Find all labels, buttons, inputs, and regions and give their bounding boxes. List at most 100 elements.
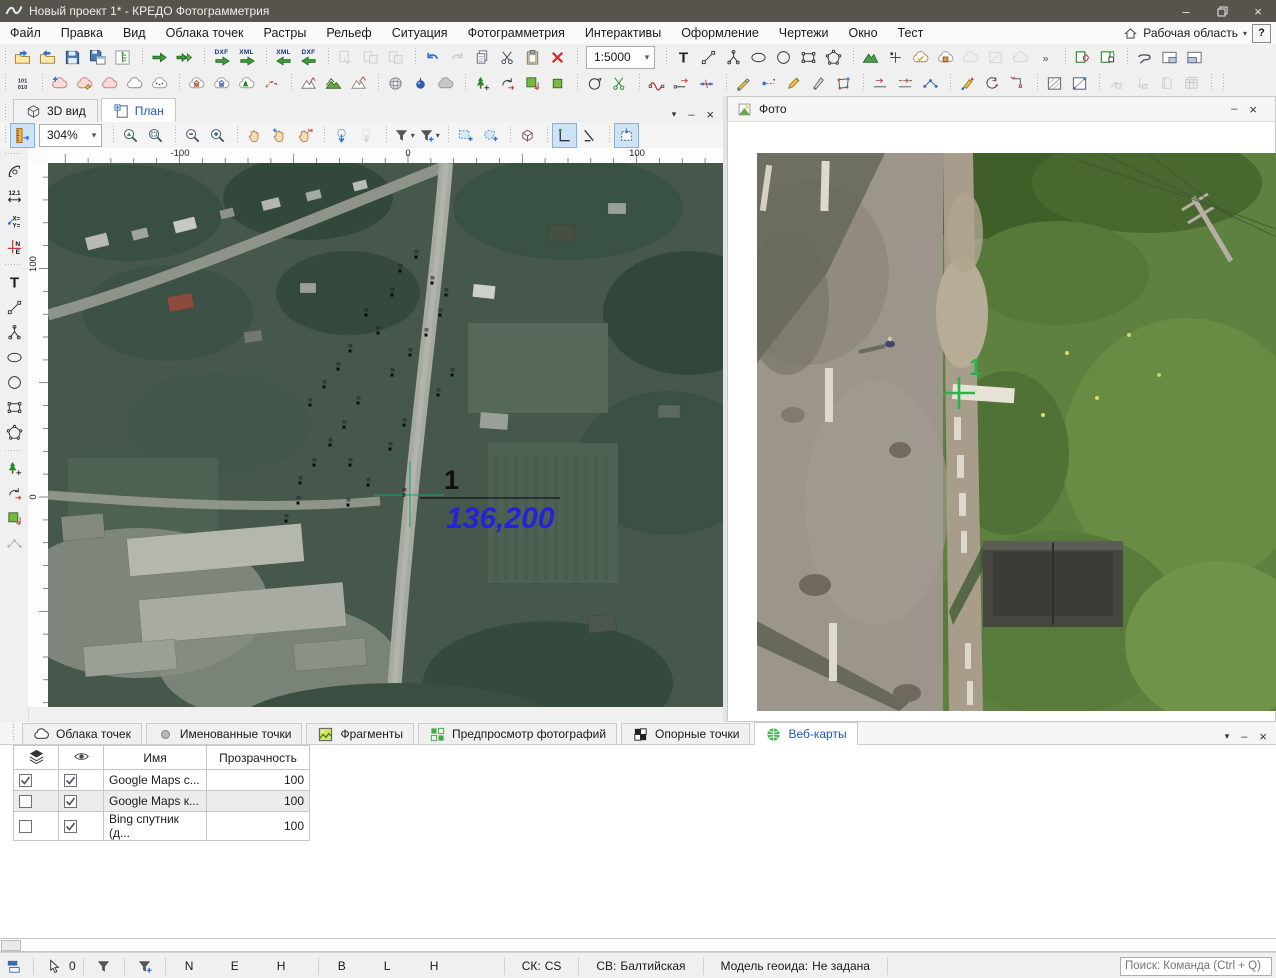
segment-icon[interactable] [2, 295, 27, 320]
project-explorer-icon[interactable] [110, 45, 135, 70]
bottom-minimize-icon[interactable]: – [1241, 731, 1247, 743]
menu-item-4[interactable]: Растры [254, 22, 317, 44]
drag-handle[interactable] [3, 104, 8, 122]
layer-opacity[interactable]: 100 [207, 770, 310, 791]
help-button[interactable]: ? [1252, 24, 1271, 43]
plan-map-canvas[interactable]: 1 136,200 [48, 163, 723, 707]
measure-angle-icon[interactable] [2, 159, 27, 184]
toolbar-group-handle[interactable] [173, 126, 178, 144]
table-row[interactable]: Google Maps с...100 [14, 770, 310, 791]
tab-plan[interactable]: План [101, 98, 176, 123]
workspace-dropdown-icon[interactable]: ▾ [1243, 29, 1247, 38]
measure-ne-icon[interactable]: NE [2, 234, 27, 259]
menu-item-7[interactable]: Фотограмметрия [458, 22, 575, 44]
zoom-in-icon[interactable] [205, 123, 230, 148]
zoom-select[interactable]: 304%▾ [39, 124, 102, 147]
ellipse-icon[interactable] [746, 45, 771, 70]
text-icon[interactable]: T [2, 270, 27, 295]
visibility-checkbox[interactable] [59, 791, 104, 812]
footer-chip[interactable] [1, 940, 21, 951]
polyline-icon[interactable] [2, 320, 27, 345]
snap-ortho-icon[interactable] [552, 123, 577, 148]
toolbar-group-handle[interactable] [5, 151, 23, 156]
polygon-icon[interactable] [821, 45, 846, 70]
classifier-icon[interactable]: 101010 [10, 71, 35, 96]
home-icon[interactable] [1123, 26, 1138, 41]
toolbar-group-handle[interactable] [3, 126, 8, 144]
segment-icon[interactable] [696, 45, 721, 70]
tab-photo-preview[interactable]: Предпросмотр фотографий [418, 723, 617, 744]
scale-select[interactable]: 1:5000▾ [586, 46, 655, 69]
toolbar-group-handle[interactable] [235, 126, 240, 144]
tab-point-clouds[interactable]: Облака точек [22, 723, 142, 744]
command-search-input[interactable] [1120, 957, 1272, 976]
pan-icon[interactable] [242, 123, 267, 148]
toolbar-group-handle[interactable] [1125, 48, 1130, 66]
table-row[interactable]: Bing спутник (д...100 [14, 812, 310, 841]
bottom-close-icon[interactable]: × [1259, 729, 1267, 744]
surface-contour-icon[interactable] [346, 71, 371, 96]
rectangle-icon[interactable] [2, 395, 27, 420]
photo-canvas[interactable]: 1 [757, 153, 1276, 711]
edit-profile-icon[interactable] [731, 71, 756, 96]
menu-item-2[interactable]: Вид [113, 22, 156, 44]
extend-icon[interactable] [893, 71, 918, 96]
menu-item-5[interactable]: Рельеф [316, 22, 381, 44]
trajectory-icon[interactable] [495, 71, 520, 96]
toolbar-group-handle[interactable] [664, 48, 669, 66]
toolbar-group-handle[interactable] [446, 126, 451, 144]
layer-opacity[interactable]: 100 [207, 812, 310, 841]
polygon-icon[interactable] [2, 420, 27, 445]
trim-icon[interactable] [868, 71, 893, 96]
pan-free-icon[interactable] [267, 123, 292, 148]
filter-add-icon[interactable]: ▾ [416, 123, 441, 148]
plan-minimize-icon[interactable]: – [688, 109, 694, 121]
cloud-vegetation-icon[interactable] [234, 71, 259, 96]
polyline-icon[interactable] [721, 45, 746, 70]
surface-build-icon[interactable] [321, 71, 346, 96]
node-marker-icon[interactable] [756, 71, 781, 96]
restore-button[interactable] [1204, 0, 1240, 22]
vegetation-cut-icon[interactable] [607, 71, 632, 96]
clip-create-icon[interactable] [1070, 45, 1095, 70]
toolbar-group-handle[interactable] [322, 126, 327, 144]
filter-add-status-icon[interactable] [132, 958, 158, 975]
layer-name[interactable]: Google Maps к... [104, 791, 207, 812]
pan-inertia-icon[interactable]: NEH [292, 123, 317, 148]
layer-checkbox[interactable] [14, 770, 59, 791]
import-cloud-icon[interactable] [172, 45, 197, 70]
toolbar-group-handle[interactable] [724, 74, 729, 92]
toolbar-group-handle[interactable] [463, 74, 468, 92]
toolbar-group-handle[interactable] [948, 74, 953, 92]
raster-transform-icon[interactable] [1067, 71, 1092, 96]
region-icon[interactable] [545, 71, 570, 96]
toolbar-group-handle[interactable] [111, 126, 116, 144]
cut-icon[interactable] [495, 45, 520, 70]
surface-icon[interactable] [858, 45, 883, 70]
polygon-edit-icon[interactable] [831, 71, 856, 96]
visibility-checkbox[interactable] [59, 770, 104, 791]
drag-handle[interactable] [11, 724, 16, 742]
copy-icon[interactable] [470, 45, 495, 70]
menu-item-8[interactable]: Интерактивы [575, 22, 671, 44]
tab-control-points[interactable]: Опорные точки [621, 723, 750, 744]
vegetation-add-icon[interactable] [2, 456, 27, 481]
point-sphere-icon[interactable] [408, 71, 433, 96]
zoom-selection-icon[interactable] [143, 123, 168, 148]
open-project-icon[interactable] [10, 45, 35, 70]
layers-column[interactable] [14, 746, 59, 770]
zoom-out-icon[interactable] [180, 123, 205, 148]
toolbar-group-handle[interactable] [1063, 48, 1068, 66]
toolbar-group-handle[interactable] [40, 74, 45, 92]
toolbar-group-handle[interactable] [575, 74, 580, 92]
pane-right-icon[interactable] [1182, 45, 1207, 70]
tab-3d-view[interactable]: 3D вид [13, 99, 98, 122]
menu-item-10[interactable]: Чертежи [769, 22, 839, 44]
layer-checkbox[interactable] [14, 791, 59, 812]
rotate-left-icon[interactable] [980, 71, 1005, 96]
status-info-1[interactable]: СВ:Балтийская [586, 957, 695, 975]
workspace-menu[interactable]: Рабочая область [1143, 26, 1238, 40]
layer-name[interactable]: Google Maps с... [104, 770, 207, 791]
filter-icon-dropdown[interactable]: ▾ [411, 131, 415, 140]
cloud-objects-icon[interactable] [209, 71, 234, 96]
